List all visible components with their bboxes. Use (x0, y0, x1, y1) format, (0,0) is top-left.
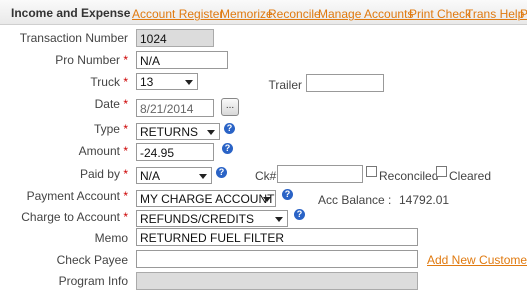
transaction-number-label: Transaction Number (19, 31, 128, 45)
tab-reconcile[interactable]: Reconcile (268, 7, 321, 21)
charge-to-account-label: Charge to Account * (21, 210, 128, 224)
memo-field[interactable]: RETURNED FUEL FILTER (136, 228, 418, 246)
tab-account-register[interactable]: Account Register (132, 7, 223, 21)
amount-help-icon[interactable]: ? (222, 143, 233, 154)
reconciled-checkbox[interactable] (366, 166, 377, 177)
payment-account-help-icon[interactable]: ? (282, 189, 293, 200)
reconciled-label: Reconciled (379, 169, 439, 183)
tab-print-check[interactable]: Print Check (409, 7, 471, 21)
truck-label: Truck * (90, 75, 128, 89)
check-number-field[interactable] (277, 165, 363, 183)
charge-to-account-help-icon[interactable]: ? (294, 209, 305, 220)
pro-number-label: Pro Number * (55, 53, 128, 67)
tab-truncated[interactable]: P (520, 7, 527, 21)
amount-field[interactable]: -24.95 (136, 143, 214, 161)
acc-balance-label: Acc Balance : (318, 193, 392, 207)
trailer-field[interactable] (306, 74, 384, 92)
transaction-number-field: 1024 (136, 29, 214, 47)
trailer-label: Trailer (268, 78, 302, 92)
cleared-checkbox[interactable] (436, 166, 447, 177)
pro-number-field[interactable]: N/A (136, 51, 228, 69)
date-picker-button[interactable]: ... (221, 98, 239, 116)
tab-manage-accounts[interactable]: Manage Accounts (318, 7, 413, 21)
date-field[interactable]: 8/21/2014 (136, 99, 214, 117)
check-payee-field[interactable] (136, 250, 418, 268)
truck-select[interactable]: 13 (136, 73, 198, 90)
chevron-down-icon (275, 217, 283, 222)
chevron-down-icon (185, 80, 193, 85)
payment-account-select[interactable]: MY CHARGE ACCOUNT (136, 190, 276, 207)
amount-label: Amount * (78, 144, 128, 158)
add-new-customer-link[interactable]: Add New Customer (427, 253, 527, 267)
check-number-label: Ck# (255, 169, 277, 183)
chevron-down-icon (207, 130, 215, 135)
cleared-label: Cleared (449, 169, 492, 183)
tab-memorize[interactable]: Memorize (220, 7, 273, 21)
paid-by-label: Paid by * (79, 167, 128, 181)
date-label: Date * (94, 97, 128, 111)
memo-label: Memo (94, 231, 128, 245)
type-select[interactable]: RETURNS (136, 123, 220, 140)
paid-by-select[interactable]: N/A (136, 167, 212, 184)
program-info-field (136, 272, 418, 290)
acc-balance-value: 14792.01 (399, 193, 450, 207)
type-help-icon[interactable]: ? (224, 123, 235, 134)
header-bar: Income and Expense Account Register Memo… (0, 0, 527, 25)
type-label: Type * (93, 122, 128, 136)
paid-by-help-icon[interactable]: ? (216, 167, 227, 178)
payment-account-label: Payment Account * (26, 189, 128, 203)
charge-to-account-select[interactable]: REFUNDS/CREDITS (136, 210, 288, 227)
chevron-down-icon (199, 174, 207, 179)
program-info-label: Program Info (58, 274, 128, 288)
tab-trans-help[interactable]: Trans Help (466, 7, 524, 21)
chevron-down-icon (263, 197, 271, 202)
check-payee-label: Check Payee (56, 253, 128, 267)
page-title: Income and Expense (11, 6, 131, 20)
